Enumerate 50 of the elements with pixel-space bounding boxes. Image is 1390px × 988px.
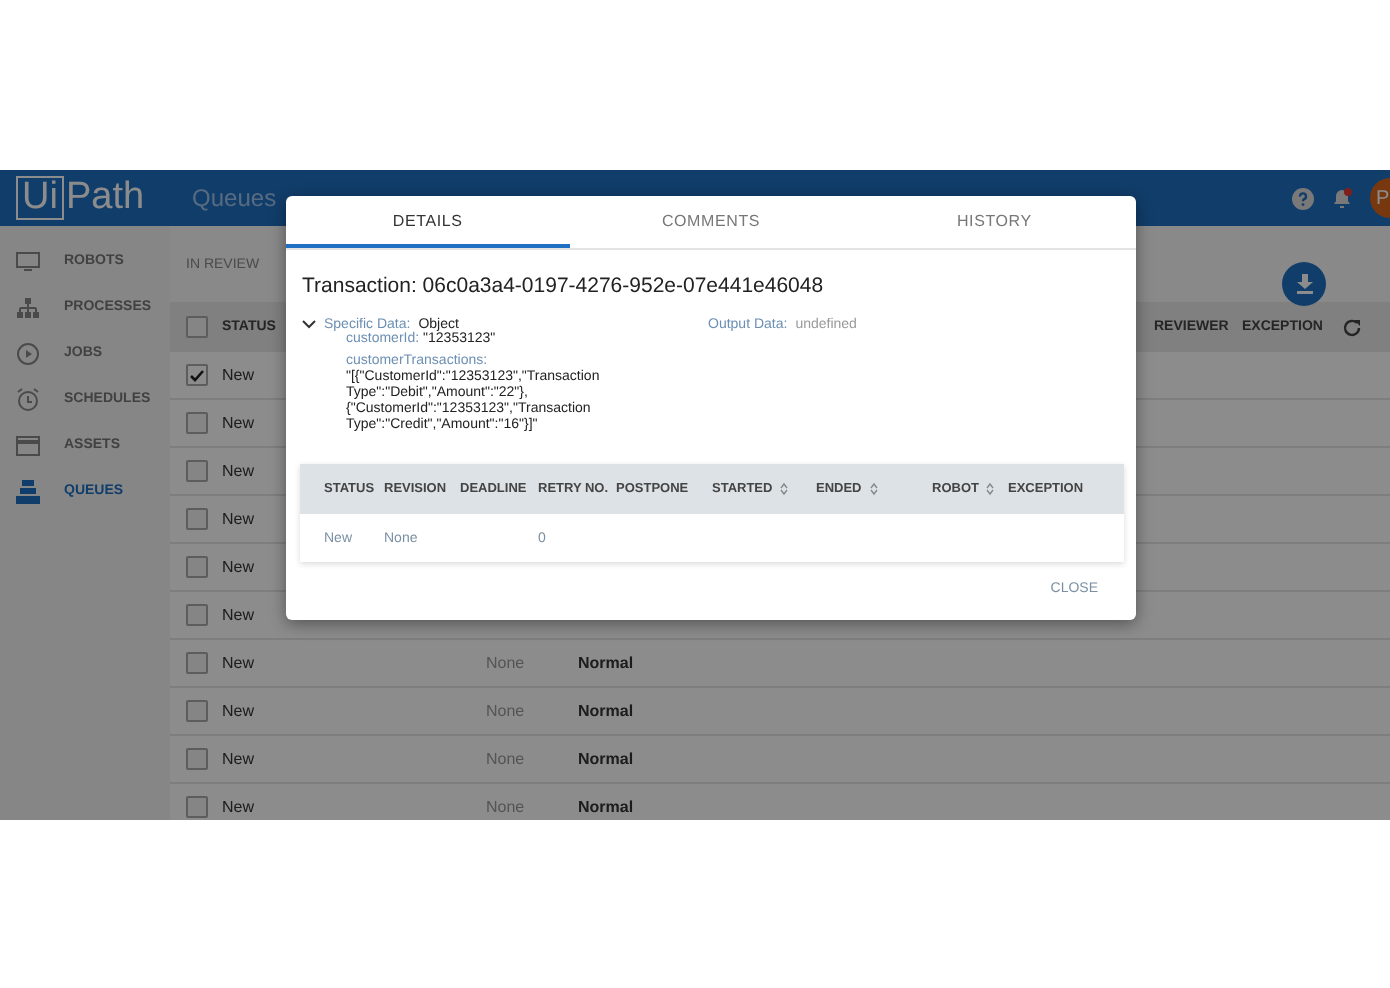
bell-icon[interactable]: [1330, 186, 1354, 210]
sort-icon[interactable]: [780, 482, 789, 496]
dialog-tab[interactable]: HISTORY: [852, 196, 1136, 248]
select-all-checkbox[interactable]: [186, 316, 208, 338]
chevron-icon[interactable]: [302, 320, 316, 330]
dialog-tab[interactable]: DETAILS: [286, 196, 570, 248]
card-icon: [16, 435, 40, 455]
table-cell: New: [222, 606, 255, 624]
user-avatar[interactable]: P: [1370, 178, 1390, 218]
row-checkbox[interactable]: [186, 364, 208, 386]
table-cell: New: [222, 750, 255, 768]
row-checkbox[interactable]: [186, 460, 208, 482]
table-cell: Normal: [578, 750, 634, 768]
dialog-title: Transaction: 06c0a3a4-0197-4276-952e-07e441e46048: [300, 272, 826, 298]
table-cell: None: [486, 750, 525, 768]
table-cell: New: [222, 654, 255, 672]
table-cell: Normal: [578, 654, 634, 672]
dialog-tab[interactable]: COMMENTS: [569, 196, 853, 248]
table-cell: None: [486, 654, 525, 672]
row-checkbox[interactable]: [186, 412, 208, 434]
row-checkbox[interactable]: [186, 796, 208, 818]
row-checkbox[interactable]: [186, 700, 208, 722]
clock-icon: [16, 387, 40, 411]
row-checkbox[interactable]: [186, 604, 208, 626]
table-cell: New: [222, 702, 255, 720]
row-checkbox[interactable]: [186, 556, 208, 578]
download-icon: [1295, 274, 1313, 294]
sitemap-icon: [16, 297, 40, 317]
table-cell: New: [222, 366, 255, 384]
sort-icon[interactable]: [986, 482, 995, 496]
play-icon: [16, 341, 40, 365]
monitor-icon: [16, 251, 40, 271]
help-icon[interactable]: [1292, 187, 1314, 209]
table-cell: Normal: [578, 798, 634, 816]
table-cell: None: [486, 702, 525, 720]
row-checkbox[interactable]: [186, 748, 208, 770]
table-cell: Normal: [578, 702, 634, 720]
refresh-icon[interactable]: [1342, 317, 1362, 337]
table-cell: New: [222, 558, 255, 576]
table-cell: New: [222, 462, 255, 480]
table-cell: New: [222, 414, 255, 432]
row-checkbox[interactable]: [186, 508, 208, 530]
row-checkbox[interactable]: [186, 652, 208, 674]
table-cell: New: [222, 798, 255, 816]
table-cell: New: [222, 510, 255, 528]
table-cell: None: [486, 798, 525, 816]
logo-text: Path: [65, 176, 145, 220]
sort-icon[interactable]: [869, 482, 878, 496]
stack-icon: [16, 479, 40, 503]
logo-mark: Ui: [16, 176, 64, 220]
